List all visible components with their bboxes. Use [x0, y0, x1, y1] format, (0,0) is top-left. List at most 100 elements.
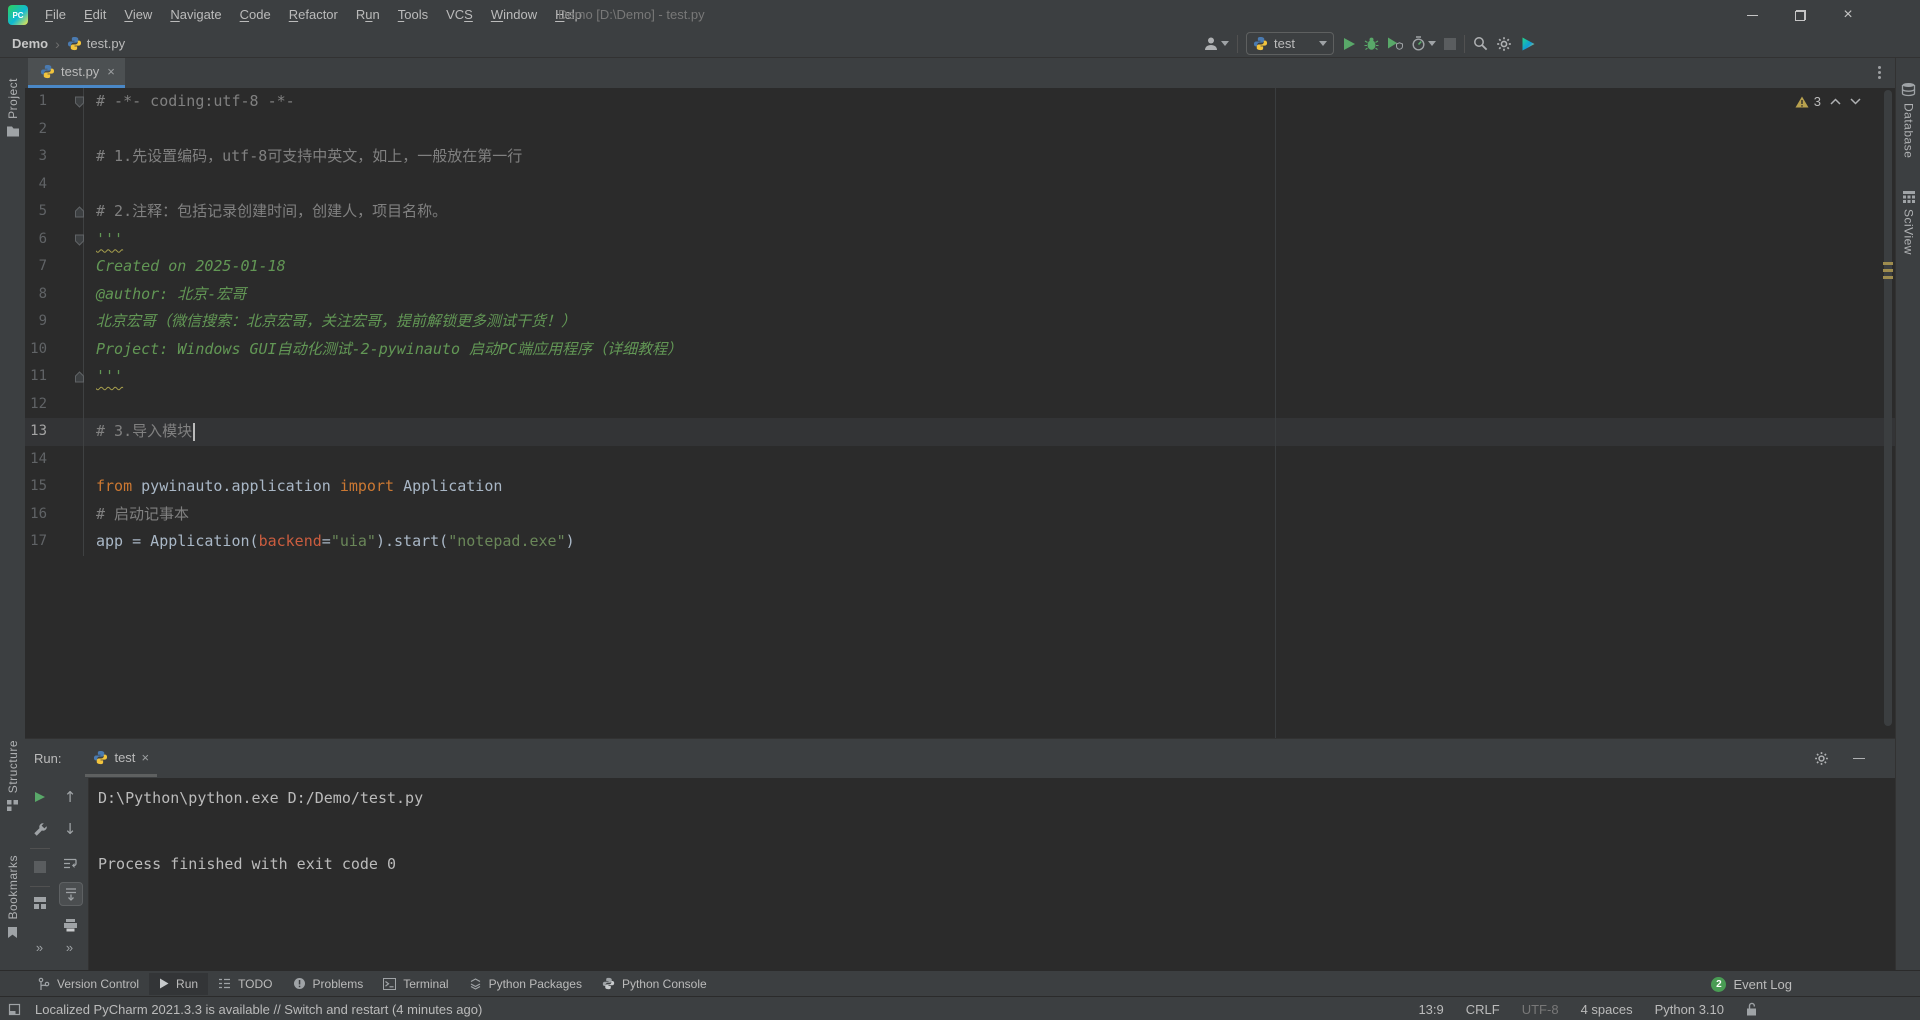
fold-marker-icon[interactable]: [74, 96, 85, 108]
inspection-widget[interactable]: 3: [1795, 94, 1861, 109]
menu-edit[interactable]: Edit: [75, 0, 115, 30]
up-stacktrace-button[interactable]: ↑: [59, 786, 81, 808]
editor-line-12[interactable]: 12: [25, 391, 1895, 419]
rerun-button[interactable]: [29, 786, 51, 808]
line-number[interactable]: 2: [25, 116, 84, 144]
editor-line-2[interactable]: 2: [25, 116, 1895, 144]
status-item-crlf[interactable]: CRLF: [1466, 1002, 1500, 1017]
toolwindow-button-terminal[interactable]: Terminal: [373, 973, 458, 995]
menu-code[interactable]: Code: [231, 0, 280, 30]
editor-line-14[interactable]: 14: [25, 446, 1895, 474]
tab-options-icon[interactable]: [1878, 66, 1881, 79]
editor-line-9[interactable]: 9北京宏哥（微信搜索：北京宏哥，关注宏哥，提前解锁更多测试干货！）: [25, 308, 1895, 336]
debug-button[interactable]: [1364, 36, 1379, 51]
menu-run[interactable]: Run: [347, 0, 389, 30]
editor-line-11[interactable]: 11''': [25, 363, 1895, 391]
down-stacktrace-button[interactable]: ↓: [59, 818, 81, 840]
restore-layout-button[interactable]: [29, 892, 51, 914]
run-tab-close-icon[interactable]: ×: [141, 750, 149, 765]
prev-problem-icon[interactable]: [1830, 98, 1841, 105]
warning-stripe-mark[interactable]: [1883, 269, 1893, 272]
code-editor[interactable]: 1# -*- coding:utf-8 -*-23# 1.先设置编码，utf-8…: [25, 88, 1895, 738]
status-item-4-spaces[interactable]: 4 spaces: [1581, 1002, 1633, 1017]
status-item-python-3.10[interactable]: Python 3.10: [1655, 1002, 1724, 1017]
stop-process-button[interactable]: [29, 856, 51, 878]
status-item-13-9[interactable]: 13:9: [1418, 1002, 1443, 1017]
print-button[interactable]: [59, 914, 81, 936]
maximize-button[interactable]: [1776, 0, 1824, 30]
scrollbar-thumb[interactable]: [1884, 90, 1892, 726]
line-number[interactable]: 13: [25, 418, 84, 446]
profiler-button[interactable]: [1411, 36, 1436, 51]
fold-marker-icon[interactable]: [74, 234, 85, 246]
more-actions-button[interactable]: »: [29, 936, 51, 958]
fold-marker-icon[interactable]: [74, 206, 85, 218]
editor-line-3[interactable]: 3# 1.先设置编码，utf-8可支持中英文，如上，一般放在第一行: [25, 143, 1895, 171]
next-problem-icon[interactable]: [1850, 98, 1861, 105]
menu-tools[interactable]: Tools: [389, 0, 437, 30]
tab-close-icon[interactable]: ×: [107, 64, 115, 79]
event-log-button[interactable]: 2 Event Log: [1711, 971, 1792, 997]
more-actions-button[interactable]: »: [59, 936, 81, 958]
toolwindow-button-python-console[interactable]: Python Console: [592, 973, 717, 995]
toolwindow-toggle-icon[interactable]: [8, 1003, 21, 1016]
learn-pycharm-button[interactable]: [1520, 36, 1536, 52]
tool-button-bookmarks[interactable]: Bookmarks: [0, 855, 25, 939]
editor-line-7[interactable]: 7Created on 2025-01-18: [25, 253, 1895, 281]
menu-file[interactable]: File: [36, 0, 75, 30]
menu-navigate[interactable]: Navigate: [161, 0, 230, 30]
tool-button-structure[interactable]: Structure: [0, 740, 25, 812]
line-number[interactable]: 15: [25, 473, 84, 501]
editor-line-16[interactable]: 16# 启动记事本: [25, 501, 1895, 529]
editor-tab-testpy[interactable]: test.py ×: [28, 58, 125, 88]
coverage-button[interactable]: [1387, 36, 1403, 51]
menu-refactor[interactable]: Refactor: [280, 0, 347, 30]
line-number[interactable]: 16: [25, 501, 84, 529]
tool-button-database[interactable]: Database: [1896, 82, 1920, 158]
tool-button-project[interactable]: Project: [0, 78, 25, 137]
editor-line-13[interactable]: 13# 3.导入模块: [25, 418, 1895, 446]
modify-run-config-button[interactable]: [29, 818, 51, 840]
line-number[interactable]: 3: [25, 143, 84, 171]
breadcrumb-project[interactable]: Demo: [12, 36, 48, 51]
soft-wrap-button[interactable]: [59, 852, 81, 874]
line-number[interactable]: 9: [25, 308, 84, 336]
stop-button[interactable]: [1444, 38, 1456, 50]
toolwindow-button-python-packages[interactable]: Python Packages: [459, 973, 592, 995]
unlock-icon[interactable]: [1746, 1002, 1758, 1016]
tool-button-sciview[interactable]: SciView: [1896, 190, 1920, 255]
minimize-button[interactable]: [1728, 0, 1776, 30]
hide-panel-icon[interactable]: [1853, 758, 1865, 760]
editor-line-1[interactable]: 1# -*- coding:utf-8 -*-: [25, 88, 1895, 116]
status-item-utf-8[interactable]: UTF-8: [1522, 1002, 1559, 1017]
warning-stripe-mark[interactable]: [1883, 276, 1893, 279]
run-button[interactable]: [1342, 37, 1356, 51]
gear-icon[interactable]: [1814, 751, 1829, 766]
run-configuration-select[interactable]: test: [1246, 32, 1334, 55]
search-everywhere-button[interactable]: [1473, 36, 1488, 51]
menu-window[interactable]: Window: [482, 0, 546, 30]
line-number[interactable]: 7: [25, 253, 84, 281]
profile-selector-button[interactable]: [1203, 36, 1229, 51]
close-button[interactable]: ×: [1824, 0, 1872, 30]
settings-button[interactable]: [1496, 36, 1512, 52]
editor-line-15[interactable]: 15from pywinauto.application import Appl…: [25, 473, 1895, 501]
line-number[interactable]: 4: [25, 171, 84, 199]
editor-line-4[interactable]: 4: [25, 171, 1895, 199]
status-message[interactable]: Localized PyCharm 2021.3.3 is available …: [35, 1002, 482, 1017]
line-number[interactable]: 8: [25, 281, 84, 309]
line-number[interactable]: 17: [25, 528, 84, 556]
toolwindow-button-run[interactable]: Run: [149, 973, 208, 995]
run-console-output[interactable]: D:\Python\python.exe D:/Demo/test.py Pro…: [89, 778, 1895, 970]
toolwindow-button-version-control[interactable]: Version Control: [28, 973, 149, 995]
breadcrumb-file[interactable]: test.py: [67, 36, 125, 51]
editor-line-6[interactable]: 6''': [25, 226, 1895, 254]
line-number[interactable]: 14: [25, 446, 84, 474]
run-tab-test[interactable]: test ×: [85, 741, 157, 777]
line-number[interactable]: 12: [25, 391, 84, 419]
warning-stripe-mark[interactable]: [1883, 262, 1893, 265]
line-number[interactable]: 10: [25, 336, 84, 364]
editor-line-5[interactable]: 5# 2.注释：包括记录创建时间，创建人，项目名称。: [25, 198, 1895, 226]
editor-line-17[interactable]: 17app = Application(backend="uia").start…: [25, 528, 1895, 556]
editor-line-8[interactable]: 8@author: 北京-宏哥: [25, 281, 1895, 309]
